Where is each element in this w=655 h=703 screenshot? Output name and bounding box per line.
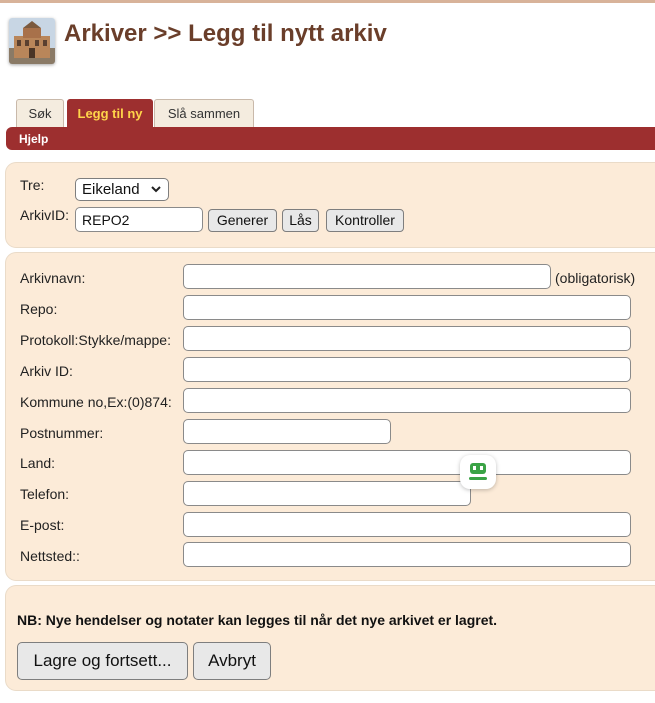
archive-form: Arkivnavn: (obligatorisk) Repo: Protokol… xyxy=(6,253,655,580)
archive-id-label: ArkivID: xyxy=(20,207,69,223)
country-input[interactable] xyxy=(183,450,631,475)
tree-label: Tre: xyxy=(20,177,45,193)
generate-button[interactable]: Generer xyxy=(208,209,277,232)
page-title: Arkiver >> Legg til nytt arkiv xyxy=(64,20,387,47)
protocol-input[interactable] xyxy=(183,326,631,351)
tree-selected-value: Eikeland xyxy=(82,181,140,198)
tree-panel: Tre: Eikeland ArkivID: Generer Lås Kontr… xyxy=(6,163,655,247)
tree-select[interactable]: Eikeland xyxy=(75,178,169,201)
required-note: (obligatorisk) xyxy=(555,270,636,286)
password-manager-widget[interactable] xyxy=(460,455,496,489)
footer-panel: NB: Nye hendelser og notater kan legges … xyxy=(6,586,655,690)
repo-input[interactable] xyxy=(183,295,631,320)
archive-id-input[interactable] xyxy=(75,207,203,232)
save-continue-button[interactable]: Lagre og fortsett... xyxy=(17,642,188,680)
municipality-input[interactable] xyxy=(183,388,631,413)
phone-input[interactable] xyxy=(183,481,471,506)
lock-button[interactable]: Lås xyxy=(282,209,319,232)
field-label-archive-name: Arkivnavn: xyxy=(20,270,86,286)
field-label-country: Land: xyxy=(20,455,56,471)
sub-navigation-bar: Hjelp xyxy=(6,127,655,150)
cancel-button[interactable]: Avbryt xyxy=(193,642,271,680)
field-label-website: Nettsted:: xyxy=(20,548,80,564)
help-link[interactable]: Hjelp xyxy=(19,132,48,146)
chevron-down-icon xyxy=(151,186,161,193)
archive-id-field[interactable] xyxy=(183,357,631,382)
field-label-repo: Repo: xyxy=(20,301,58,317)
email-input[interactable] xyxy=(183,512,631,537)
archive-building-icon xyxy=(9,18,55,64)
field-label-protocol: Protokoll:Stykke/mappe: xyxy=(20,332,171,348)
check-button[interactable]: Kontroller xyxy=(326,209,404,232)
tab-search[interactable]: Søk xyxy=(16,99,64,127)
tab-merge[interactable]: Slå sammen xyxy=(154,99,254,127)
field-label-phone: Telefon: xyxy=(20,486,70,502)
footer-note: NB: Nye hendelser og notater kan legges … xyxy=(17,612,498,628)
postcode-input[interactable] xyxy=(183,419,391,444)
field-label-postcode: Postnummer: xyxy=(20,425,104,441)
top-border xyxy=(0,0,655,3)
tab-add-new[interactable]: Legg til ny xyxy=(67,99,153,128)
field-label-municipality: Kommune no,Ex:(0)874: xyxy=(20,394,172,410)
archive-name-input[interactable] xyxy=(183,264,551,289)
robot-icon xyxy=(469,463,487,480)
field-label-email: E-post: xyxy=(20,517,65,533)
field-label-archive-id: Arkiv ID: xyxy=(20,363,73,379)
website-input[interactable] xyxy=(183,542,631,567)
